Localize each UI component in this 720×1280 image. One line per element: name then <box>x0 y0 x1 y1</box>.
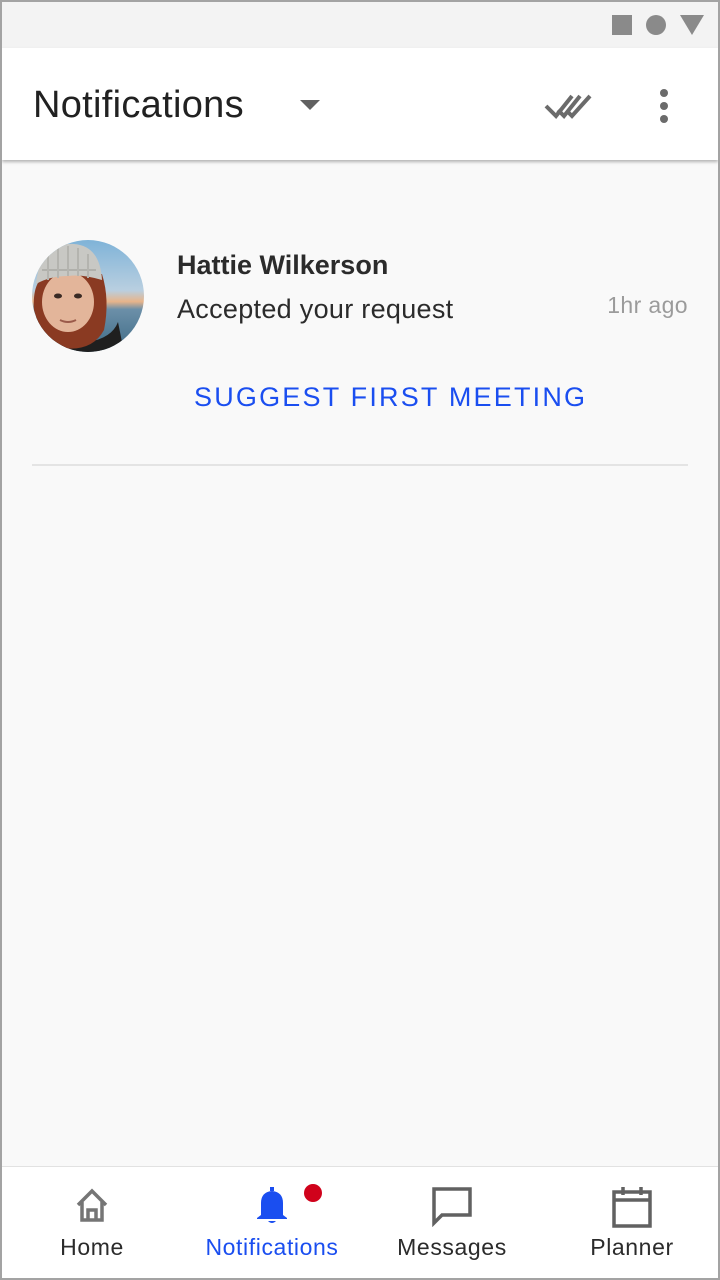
mark-all-read-icon <box>544 94 592 119</box>
bell-icon <box>257 1187 287 1223</box>
calendar-icon <box>612 1187 652 1228</box>
bottom-nav: Home Notifications Messages Planner <box>2 1166 718 1278</box>
divider <box>32 464 688 466</box>
avatar[interactable] <box>32 240 144 352</box>
more-options-button[interactable] <box>642 84 686 128</box>
chat-icon <box>432 1187 472 1227</box>
nav-item-notifications[interactable]: Notifications <box>182 1167 362 1278</box>
suggest-meeting-button[interactable]: SUGGEST FIRST MEETING <box>194 382 587 413</box>
sender-name: Hattie Wilkerson <box>177 250 389 280</box>
notification-time: 1hr ago <box>607 292 688 318</box>
square-icon <box>612 15 632 35</box>
nav-label-planner: Planner <box>590 1234 674 1260</box>
home-icon <box>76 1188 108 1222</box>
notification-message: Accepted your request <box>177 294 454 324</box>
notification-item[interactable]: Hattie Wilkerson Accepted your request 1… <box>32 240 688 466</box>
nav-label-messages: Messages <box>397 1234 507 1260</box>
notification-badge <box>304 1184 322 1202</box>
page-title: Notifications <box>33 84 244 126</box>
nav-label-home: Home <box>60 1234 124 1260</box>
screen: Notifications Hattie Wilkerson Accepted … <box>0 0 720 1280</box>
caret-down-icon[interactable] <box>300 100 320 110</box>
circle-icon <box>646 15 666 35</box>
nav-item-messages[interactable]: Messages <box>362 1167 542 1278</box>
triangle-icon <box>680 15 704 35</box>
nav-item-home[interactable]: Home <box>2 1167 182 1278</box>
more-vert-icon <box>660 89 668 123</box>
mark-all-read-button[interactable] <box>542 84 598 124</box>
status-bar <box>2 2 718 48</box>
nav-item-planner[interactable]: Planner <box>542 1167 718 1278</box>
nav-label-notifications: Notifications <box>205 1234 339 1260</box>
app-bar: Notifications <box>2 48 718 160</box>
